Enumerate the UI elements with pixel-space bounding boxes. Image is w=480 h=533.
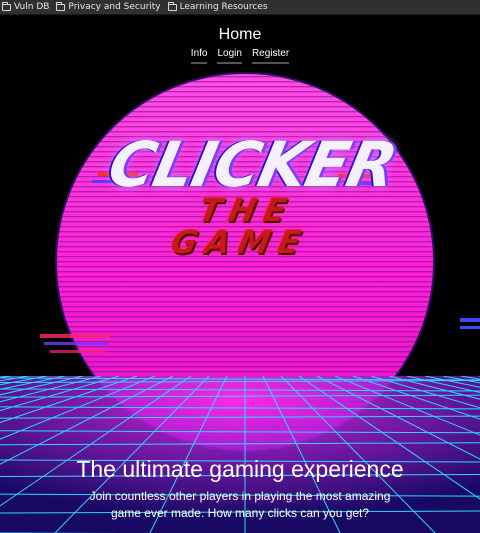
bookmark-learning-resources[interactable]: Learning Resources <box>167 1 268 12</box>
folder-icon <box>167 1 177 11</box>
nav-link-info[interactable]: Info <box>190 48 208 64</box>
bookmark-vuln-db[interactable]: Vuln DB <box>2 1 50 12</box>
bookmark-label: Learning Resources <box>179 2 268 12</box>
folder-icon <box>2 1 11 11</box>
hero-section: Home Info Login Register CLICKER THE GAM… <box>0 16 480 533</box>
bookmark-privacy-security[interactable]: Privacy and Security <box>56 1 161 12</box>
logo-subtitle: THE GAME <box>167 191 312 261</box>
bookmarks-bar: Vuln DB Privacy and Security Learning Re… <box>0 0 480 15</box>
logo-title: CLICKER <box>102 128 403 201</box>
main-nav: Info Login Register <box>0 48 480 64</box>
nav-link-register[interactable]: Register <box>251 48 290 64</box>
hero-tagline: The ultimate gaming experience <box>76 456 404 482</box>
folder-icon <box>56 1 66 11</box>
bookmark-label: Privacy and Security <box>68 2 161 12</box>
hero-description: Join countless other players in playing … <box>89 489 391 520</box>
page-title: Home <box>218 26 262 43</box>
nav-link-login[interactable]: Login <box>217 48 242 64</box>
bookmark-label: Vuln DB <box>14 2 50 12</box>
